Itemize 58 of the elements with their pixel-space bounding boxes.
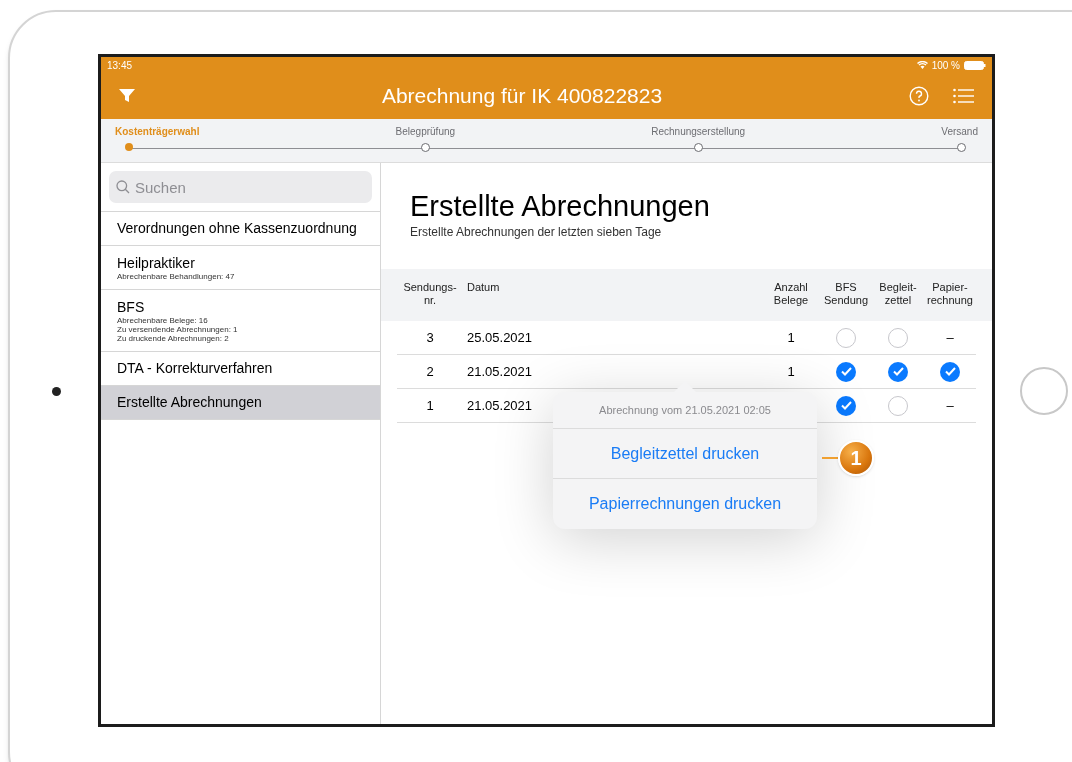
page-subtitle: Erstellte Abrechnungen der letzten sieben Tage [410,224,663,241]
wifi-icon [916,61,928,69]
step-label[interactable]: Versand [941,124,978,139]
action-button[interactable]: Papierrechnungen drucken [553,479,817,529]
checkmark-icon [892,367,904,376]
popover-title: Abrechnung vom 21.05.2021 02:05 [553,392,817,429]
status-time: 13:45 [107,58,133,73]
checkmark-icon [944,367,956,376]
table-cell: 1 [787,363,795,379]
status-checkbox[interactable] [888,327,908,348]
battery-level: 100 % [931,58,960,73]
item-detail: Abrechenbare Belege: 16 [117,316,209,325]
table-cell: 1 [787,329,795,345]
camera-icon [52,387,61,396]
item-title: Erstellte Abrechnungen [117,394,262,411]
search-field[interactable]: Suchen [109,171,372,203]
action-button[interactable]: Begleitzettel drucken [553,429,817,479]
table-cell-text: – [946,396,954,415]
help-icon[interactable] [909,86,929,106]
item-title: DTA - Korrekturverfahren [117,360,273,377]
status-checkbox[interactable] [888,361,908,382]
table-cell-text: 3 [425,328,435,347]
item-title: Verordnungen ohne Kassenzuordnung [117,220,357,237]
column-header: Sendungs- nr. [402,281,458,307]
column-header: Papier- rechnung [926,281,974,307]
table-cell: 21.05.2021 [467,363,533,379]
table-cell-text: 1 [425,396,435,415]
table-cell-text: 2 [425,362,435,381]
home-button[interactable] [1020,367,1068,415]
column-header: Begleit- zettel [878,281,918,307]
item-title: Heilpraktiker [117,255,196,272]
window-title: Abrechnung für IK 400822823 [380,83,664,110]
item-detail: Zu versendende Abrechnungen: 1 [117,325,239,334]
table-cell-text: – [946,328,954,347]
column-header: BFS Sendung [822,281,869,307]
status-checkbox[interactable] [836,327,856,348]
leader-line [822,457,838,459]
page-title: Erstellte Abrechnungen [410,189,711,223]
sidebar-item[interactable]: Erstellte Abrechnungen [101,386,380,420]
status-checkbox[interactable] [888,395,908,416]
step-label[interactable]: Rechnungserstellung [651,124,746,139]
column-header: Datum [466,281,501,295]
list-icon[interactable] [953,88,974,104]
step-label[interactable]: Belegprüfung [395,124,456,139]
filter-icon[interactable] [119,89,135,103]
callout-badge: 1 [838,440,874,476]
checkmark-icon [840,401,852,410]
status-checkbox[interactable] [940,361,960,382]
item-title: BFS [117,299,146,316]
battery-icon [964,60,986,70]
item-detail: Abrechenbare Behandlungen: 47 [117,272,236,281]
table-cell: 25.05.2021 [467,329,533,345]
item-detail: Zu druckende Abrechnungen: 2 [117,334,230,343]
status-checkbox[interactable] [836,395,856,416]
status-checkbox[interactable] [836,361,856,382]
checkmark-icon [840,367,852,376]
column-header: Anzahl Belege [772,281,810,307]
table-cell: 21.05.2021 [467,397,533,413]
